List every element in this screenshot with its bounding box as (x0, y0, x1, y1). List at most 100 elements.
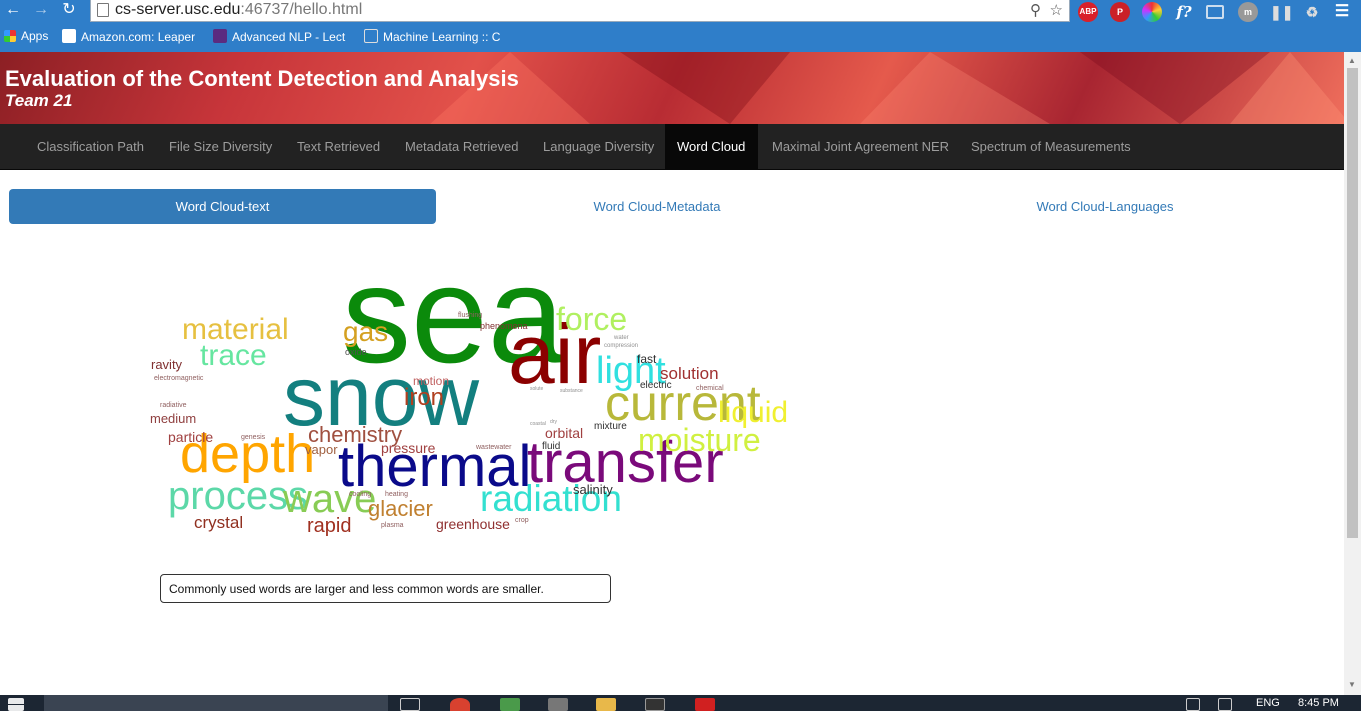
cloud-word-mixture: mixture (594, 421, 627, 432)
cloud-word-wastewater: wastewater (476, 444, 512, 451)
bookmark-machine-learning[interactable]: Machine Learning :: C (364, 29, 500, 44)
apps-icon (4, 30, 16, 42)
recycle-icon[interactable]: ♻ (1302, 2, 1322, 22)
cloud-word-phenomena: phenomena (480, 321, 528, 331)
scroll-down-icon[interactable]: ▼ (1348, 680, 1356, 689)
m-extension-icon[interactable]: m (1238, 2, 1258, 22)
menu-icon[interactable]: ☰ (1332, 2, 1352, 22)
pinterest-icon[interactable]: P (1110, 2, 1130, 22)
cloud-word-solute: solute (530, 386, 544, 392)
cloud-word-flushing: flushing (458, 312, 483, 319)
cloud-word-wave: wave (283, 477, 377, 521)
bookmark-advanced-nlp[interactable]: Advanced NLP - Lect (213, 29, 345, 44)
bookmark-apps[interactable]: Apps (4, 29, 48, 43)
address-bar[interactable]: cs-server.usc.edu:46737/hello.html ⚲ ☆ (90, 0, 1070, 22)
cloud-word-gas: gas (343, 316, 389, 347)
tab-word-cloud-text[interactable]: Word Cloud-text (9, 189, 436, 224)
nav-maximal-joint-agreement-ner[interactable]: Maximal Joint Agreement NER (760, 124, 961, 170)
cloud-word-force: force (556, 301, 628, 337)
cloud-word-plasma: plasma (381, 522, 404, 529)
clock[interactable]: 8:45 PM (1298, 697, 1339, 709)
color-wheel-icon[interactable] (1142, 2, 1162, 22)
cloud-word-medium: medium (150, 411, 197, 426)
page-scrollbar[interactable]: ▲ ▼ (1344, 52, 1361, 695)
cloud-word-water: water (614, 335, 629, 341)
cloud-word-cooling: cooling (349, 491, 372, 498)
windows-start-icon[interactable] (8, 698, 24, 711)
cloud-word-electric: electric (640, 380, 672, 391)
cloud-word-salinity: salinity (573, 482, 613, 497)
task-view-icon[interactable] (400, 698, 420, 711)
cloud-word-orbital: orbital (545, 425, 584, 441)
cloud-word-ravity: ravity (151, 357, 183, 372)
cloud-word-rapid: rapid (307, 515, 352, 537)
tab-word-cloud-metadata[interactable]: Word Cloud-Metadata (440, 189, 874, 224)
cloud-word-trace: trace (200, 339, 267, 372)
banner-shape (860, 52, 1050, 124)
cloud-word-crystal: crystal (194, 513, 244, 532)
page-icon (97, 3, 109, 17)
folder-taskbar-icon[interactable] (596, 698, 616, 711)
cloud-word-compression: compression (604, 343, 639, 349)
cloud-word-fast: fast (637, 352, 657, 366)
back-icon[interactable]: ← (2, 0, 24, 22)
nav-text-retrieved[interactable]: Text Retrieved (285, 124, 392, 170)
url-text: cs-server.usc.edu:46737/hello.html (115, 1, 363, 18)
nav-classification-path[interactable]: Classification Path (25, 124, 156, 170)
cloud-word-iron: iron (404, 384, 445, 411)
scroll-up-icon[interactable]: ▲ (1348, 56, 1356, 65)
app-taskbar-icon[interactable] (695, 698, 715, 711)
cloud-word-coastal: coastal (530, 421, 546, 427)
cloud-word-chemical: chemical (696, 385, 724, 392)
nav-word-cloud[interactable]: Word Cloud (665, 124, 758, 170)
adblock-icon[interactable]: ABP (1078, 2, 1098, 22)
cloud-word-pressure: pressure (381, 440, 436, 456)
library-icon[interactable]: ❚❚ (1270, 2, 1293, 22)
cloud-word-oxide: oxide (345, 347, 367, 357)
terminal-taskbar-icon[interactable] (645, 698, 665, 711)
language-indicator[interactable]: ENG (1256, 697, 1280, 709)
scroll-thumb[interactable] (1347, 68, 1358, 538)
volume-icon[interactable] (1218, 698, 1232, 711)
banner-shape (1230, 52, 1344, 124)
cloud-word-electromagnetic: electromagnetic (154, 375, 204, 382)
app-taskbar-icon[interactable] (500, 698, 520, 711)
page-title: Evaluation of the Content Detection and … (5, 66, 519, 91)
nav-metadata-retrieved[interactable]: Metadata Retrieved (393, 124, 530, 170)
chrome-taskbar-icon[interactable] (450, 698, 470, 711)
cloud-word-crop: crop (515, 517, 529, 524)
amazon-icon (62, 29, 76, 43)
cloud-word-moisture: moisture (638, 422, 761, 458)
bookmark-star-icon[interactable]: ☆ (1050, 1, 1063, 19)
nav-spectrum-of-measurements[interactable]: Spectrum of Measurements (959, 124, 1143, 170)
notification-icon[interactable] (1186, 698, 1200, 711)
bookmarks-bar: Apps Amazon.com: Leaper Advanced NLP - L… (0, 26, 1361, 48)
main-nav: Classification Path File Size Diversity … (0, 124, 1344, 170)
cloud-word-particle: particle (168, 429, 214, 445)
font-icon[interactable]: f? (1174, 2, 1194, 22)
taskbar-search[interactable] (44, 695, 388, 711)
document-icon (364, 29, 378, 43)
tab-word-cloud-languages[interactable]: Word Cloud-Languages (882, 189, 1328, 224)
app-taskbar-icon[interactable] (548, 698, 568, 711)
forward-icon[interactable]: → (30, 0, 52, 22)
reload-icon[interactable]: ↻ (58, 0, 80, 22)
bookmark-amazon[interactable]: Amazon.com: Leaper (62, 29, 195, 44)
zoom-icon[interactable]: ⚲ (1030, 1, 1041, 19)
page-header-banner: Evaluation of the Content Detection and … (0, 52, 1344, 124)
word-cloud-caption: Commonly used words are larger and less … (160, 574, 611, 603)
cast-icon[interactable] (1206, 5, 1224, 19)
banner-shape (620, 52, 790, 124)
cloud-word-genesis: genesis (241, 434, 266, 441)
cloud-word-radiative: radiative (160, 402, 187, 409)
nav-file-size-diversity[interactable]: File Size Diversity (157, 124, 284, 170)
browser-toolbar: ← → ↻ cs-server.usc.edu:46737/hello.html… (0, 0, 1361, 52)
cloud-word-substance: substance (560, 388, 583, 394)
cloud-word-fluid: fluid (542, 441, 561, 452)
cloud-word-vapor: vapor (305, 442, 338, 457)
nlp-icon (213, 29, 227, 43)
cloud-word-dry: dry (550, 419, 557, 425)
taskbar: ENG 8:45 PM (0, 695, 1361, 711)
cloud-word-greenhouse: greenhouse (436, 516, 510, 532)
nav-language-diversity[interactable]: Language Diversity (531, 124, 666, 170)
